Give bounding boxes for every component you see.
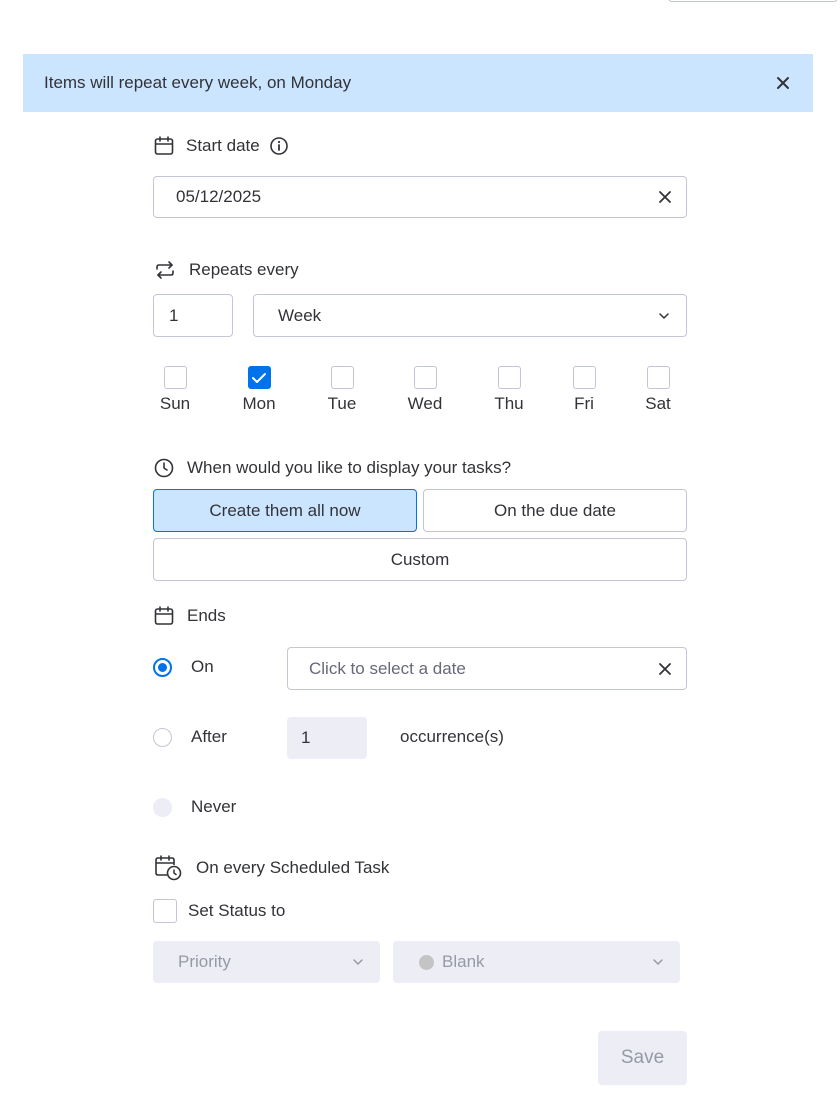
day-thu[interactable]: Thu (489, 366, 529, 414)
save-button[interactable]: Save (598, 1031, 687, 1085)
on-due-date-button[interactable]: On the due date (423, 489, 687, 532)
day-label: Sat (645, 394, 671, 413)
set-status-option[interactable]: Set Status to (153, 899, 285, 923)
start-date-label: Start date (186, 136, 260, 155)
scheduled-section: On every Scheduled Task (153, 854, 389, 882)
ends-never-option[interactable]: Never (153, 797, 236, 817)
day-checkbox[interactable] (247, 366, 271, 389)
day-fri[interactable]: Fri (568, 366, 600, 414)
create-all-now-button[interactable]: Create them all now (153, 489, 417, 532)
day-checkbox[interactable] (646, 366, 670, 389)
ends-section: Ends (153, 605, 226, 627)
ends-after-radio[interactable] (153, 727, 172, 747)
repeats-section: Repeats every (153, 259, 299, 281)
end-date-input[interactable]: Click to select a date (287, 647, 687, 690)
day-checkbox[interactable] (497, 366, 521, 389)
clock-icon (154, 458, 174, 478)
display-label: When would you like to display your task… (187, 458, 512, 477)
day-checkbox[interactable] (163, 366, 187, 389)
day-label: Thu (494, 394, 524, 413)
ends-after-label: After (191, 727, 227, 746)
status-column-value: Priority (178, 952, 231, 971)
calendar-icon (154, 136, 174, 155)
ends-never-label: Never (191, 797, 237, 816)
chevron-down-icon (353, 959, 363, 965)
day-label: Mon (242, 394, 276, 413)
repeats-label: Repeats every (189, 260, 299, 279)
repeat-interval-value: 1 (169, 305, 179, 325)
top-dropdown-edge (668, 0, 838, 2)
day-checkbox[interactable] (413, 366, 437, 389)
status-value-select[interactable]: Blank (393, 941, 680, 983)
ends-on-label: On (191, 657, 214, 676)
day-label: Fri (574, 394, 594, 413)
banner-text: Items will repeat every week, on Monday (44, 73, 352, 92)
day-sat[interactable]: Sat (641, 366, 675, 414)
clear-icon[interactable] (658, 190, 672, 204)
day-wed[interactable]: Wed (403, 366, 447, 414)
status-value: Blank (442, 952, 485, 971)
ends-on-option[interactable]: On (153, 657, 214, 677)
ends-label: Ends (187, 606, 226, 625)
occurrence-label: occurrence(s) (400, 727, 504, 746)
chevron-down-icon (653, 959, 663, 965)
info-icon[interactable] (269, 136, 289, 156)
weekday-picker: Sun Mon Tue Wed Thu Fri Sat (153, 366, 687, 416)
ends-on-radio[interactable] (153, 657, 172, 677)
summary-banner: Items will repeat every week, on Monday (23, 54, 813, 112)
status-column-select[interactable]: Priority (153, 941, 380, 983)
calendar-clock-icon (155, 855, 182, 881)
clear-icon[interactable] (658, 662, 672, 676)
repeat-unit-value: Week (278, 305, 322, 325)
day-checkbox[interactable] (572, 366, 596, 389)
repeat-icon (156, 261, 174, 279)
end-date-placeholder: Click to select a date (309, 658, 466, 678)
display-section: When would you like to display your task… (153, 457, 511, 479)
day-label: Tue (327, 394, 357, 413)
day-sun[interactable]: Sun (153, 366, 197, 414)
set-status-label: Set Status to (188, 901, 286, 920)
occurrence-count-value: 1 (301, 728, 311, 747)
day-label: Sun (159, 394, 191, 413)
custom-button[interactable]: Custom (153, 538, 687, 581)
repeat-unit-select[interactable]: Week (253, 294, 687, 337)
day-tue[interactable]: Tue (322, 366, 362, 414)
start-date-section: Start date (153, 135, 289, 157)
day-checkbox[interactable] (330, 366, 354, 389)
chevron-down-icon (659, 312, 669, 319)
set-status-checkbox[interactable] (153, 899, 177, 923)
scheduled-label: On every Scheduled Task (196, 858, 390, 877)
occurrence-count-input[interactable]: 1 (287, 717, 367, 759)
start-date-value: 05/12/2025 (176, 187, 262, 206)
calendar-icon (154, 606, 174, 625)
day-label: Wed (407, 394, 443, 413)
status-color-dot (419, 954, 434, 970)
ends-never-radio[interactable] (153, 797, 172, 817)
repeat-interval-input[interactable]: 1 (153, 294, 233, 337)
close-icon[interactable] (775, 75, 791, 91)
ends-after-option[interactable]: After (153, 727, 227, 747)
checkmark-icon (252, 372, 266, 383)
start-date-input[interactable]: 05/12/2025 (153, 176, 687, 218)
day-mon[interactable]: Mon (236, 366, 282, 414)
